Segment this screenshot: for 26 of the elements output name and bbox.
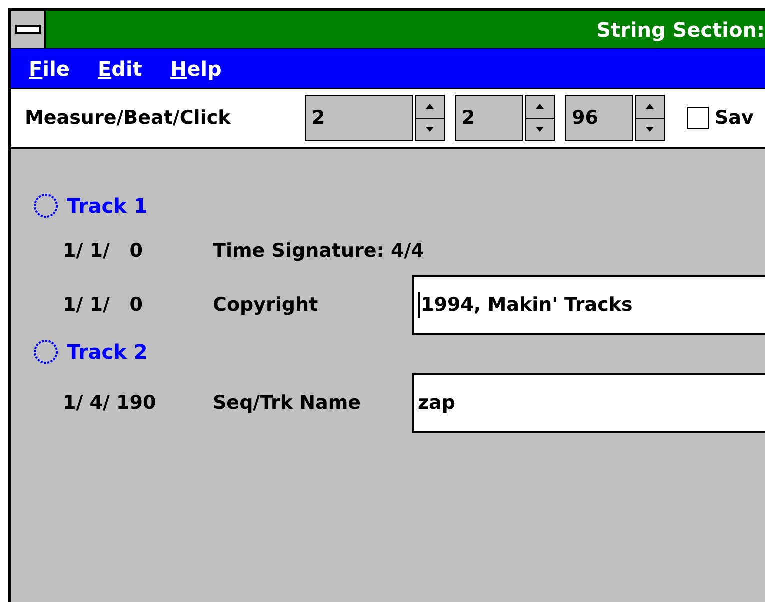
- spin-buttons[interactable]: [415, 95, 445, 141]
- event-label: Time Signature: 4/4: [213, 240, 424, 262]
- checkbox-label: Sav: [715, 107, 754, 129]
- event-label: Copyright: [213, 294, 320, 316]
- menu-item[interactable]: File: [29, 56, 70, 80]
- track-name[interactable]: Track 1: [67, 194, 148, 218]
- checkbox[interactable]: [687, 107, 709, 129]
- spin-buttons[interactable]: [635, 95, 665, 141]
- spin-field[interactable]: 2: [455, 95, 523, 141]
- radio-button[interactable]: [33, 193, 59, 219]
- spin-field[interactable]: 96: [565, 95, 633, 141]
- event-time: 1/ 1/ 0: [63, 294, 144, 316]
- spin-buttons[interactable]: [525, 95, 555, 141]
- text-field[interactable]: 1994, Makin' Tracks: [412, 275, 765, 335]
- event-time: 1/ 4/ 190: [63, 392, 158, 414]
- text-field[interactable]: zap: [412, 373, 765, 433]
- window-title: String Section:: [596, 18, 765, 42]
- track-name[interactable]: Track 2: [67, 340, 148, 364]
- spin-field[interactable]: 2: [305, 95, 413, 141]
- event-label: Seq/Trk Name: [213, 392, 362, 414]
- menu-item[interactable]: Edit: [98, 56, 142, 80]
- event-time: 1/ 1/ 0: [63, 240, 144, 262]
- radio-button[interactable]: [33, 339, 59, 365]
- menu-item[interactable]: Help: [170, 56, 222, 80]
- position-label: Measure/Beat/Click: [25, 107, 232, 129]
- system-menu-button[interactable]: [11, 11, 46, 48]
